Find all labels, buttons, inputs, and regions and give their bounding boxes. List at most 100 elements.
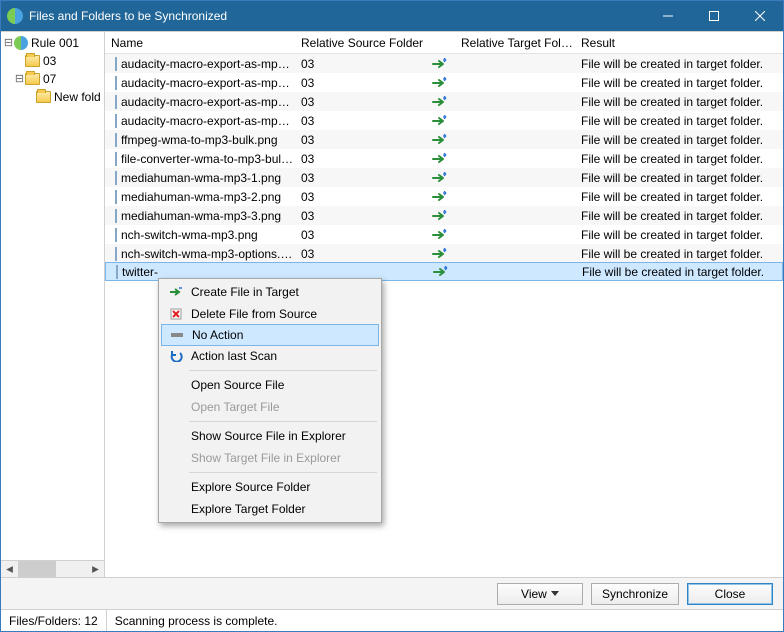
file-name: nch-switch-wma-mp3.png (121, 228, 258, 242)
source-folder: 03 (295, 190, 425, 204)
tree-folder-label: New fold (54, 90, 101, 104)
tree-folder-label: 07 (43, 72, 56, 86)
file-name: audacity-macro-export-as-mp3-0.... (121, 57, 295, 71)
menu-item-icon (166, 331, 188, 339)
image-file-icon (115, 76, 117, 90)
source-folder: 03 (295, 76, 425, 90)
menu-item-label: Explore Source Folder (187, 480, 310, 494)
file-name: mediahuman-wma-mp3-1.png (121, 171, 281, 185)
result-text: File will be created in target folder. (575, 171, 783, 185)
folder-icon (25, 55, 40, 67)
sync-direction (426, 266, 456, 278)
sync-arrow-icon (432, 134, 448, 146)
view-button[interactable]: View (497, 583, 583, 605)
tree-body[interactable]: ⊟ Rule 001 ··03·⊟07···New fold (1, 32, 104, 560)
menu-item: Show Target File in Explorer (161, 447, 379, 469)
table-row[interactable]: nch-switch-wma-mp3.png03File will be cre… (105, 225, 783, 244)
file-name: mediahuman-wma-mp3-3.png (121, 209, 281, 223)
content-area: ⊟ Rule 001 ··03·⊟07···New fold ◂ ▸ Name … (1, 31, 783, 577)
close-button[interactable]: Close (687, 583, 773, 605)
context-menu[interactable]: Create File in Target Delete File from So… (158, 278, 382, 523)
sync-direction (425, 191, 455, 203)
menu-item[interactable]: Create File in Target (161, 281, 379, 303)
menu-separator (189, 370, 377, 371)
result-text: File will be created in target folder. (575, 247, 783, 261)
minimize-icon (663, 11, 673, 21)
menu-item[interactable]: Explore Source Folder (161, 476, 379, 498)
menu-item-label: Explore Target Folder (187, 502, 306, 516)
file-name: audacity-macro-export-as-mp3-1.... (121, 76, 295, 90)
col-source[interactable]: Relative Source Folder (295, 36, 425, 50)
table-row[interactable]: audacity-macro-export-as-mp3-2....03File… (105, 92, 783, 111)
result-text: File will be created in target folder. (575, 209, 783, 223)
result-text: File will be created in target folder. (575, 228, 783, 242)
status-count: Files/Folders: 12 (1, 610, 107, 631)
menu-item[interactable]: Action last Scan (161, 345, 379, 367)
window-controls (645, 1, 783, 31)
tree-folder-node[interactable]: ·⊟07 (1, 70, 104, 88)
menu-item[interactable]: Open Source File (161, 374, 379, 396)
scroll-thumb[interactable] (18, 561, 56, 577)
minimize-button[interactable] (645, 1, 691, 31)
col-name[interactable]: Name (105, 36, 295, 50)
image-file-icon (116, 265, 118, 279)
sync-direction (425, 210, 455, 222)
table-row[interactable]: file-converter-wma-to-mp3-bulk.p...03Fil… (105, 149, 783, 168)
menu-item-icon (165, 350, 187, 362)
scroll-right-button[interactable]: ▸ (87, 561, 104, 577)
file-name: mediahuman-wma-mp3-2.png (121, 190, 281, 204)
result-text: File will be created in target folder. (576, 265, 782, 279)
tree-folder-node[interactable]: ···New fold (1, 88, 104, 106)
tree-rule-node[interactable]: ⊟ Rule 001 (1, 34, 104, 52)
source-folder: 03 (295, 171, 425, 185)
file-name: twitter- (122, 265, 158, 279)
titlebar: Files and Folders to be Synchronized (1, 1, 783, 31)
sync-direction (425, 134, 455, 146)
table-row[interactable]: audacity-macro-export-as-mp3-3....03File… (105, 111, 783, 130)
menu-item[interactable]: Explore Target Folder (161, 498, 379, 520)
col-target[interactable]: Relative Target Folder (455, 36, 575, 50)
menu-item-label: Create File in Target (187, 285, 299, 299)
col-result[interactable]: Result (575, 36, 783, 50)
menu-item-label: Show Target File in Explorer (187, 451, 341, 465)
folder-icon (36, 91, 51, 103)
close-label: Close (715, 587, 746, 601)
scroll-track[interactable] (18, 561, 87, 577)
file-name: nch-switch-wma-mp3-options.png (121, 247, 295, 261)
menu-item[interactable]: No Action (161, 324, 379, 346)
sync-direction (425, 115, 455, 127)
source-folder: 03 (295, 152, 425, 166)
image-file-icon (115, 247, 117, 261)
close-window-button[interactable] (737, 1, 783, 31)
table-row[interactable]: audacity-macro-export-as-mp3-1....03File… (105, 73, 783, 92)
tree-rule-label: Rule 001 (31, 36, 79, 50)
synchronize-button[interactable]: Synchronize (591, 583, 679, 605)
sync-direction (425, 58, 455, 70)
tree-hscrollbar[interactable]: ◂ ▸ (1, 560, 104, 577)
app-window: Files and Folders to be Synchronized ⊟ R… (0, 0, 784, 632)
image-file-icon (115, 171, 117, 185)
maximize-button[interactable] (691, 1, 737, 31)
maximize-icon (709, 11, 719, 21)
image-file-icon (115, 152, 117, 166)
image-file-icon (115, 209, 117, 223)
table-row[interactable]: mediahuman-wma-mp3-3.png 03 File will be c… (105, 206, 783, 225)
tree-folder-node[interactable]: ··03 (1, 52, 104, 70)
scroll-left-button[interactable]: ◂ (1, 561, 18, 577)
image-file-icon (115, 228, 117, 242)
image-file-icon (115, 95, 117, 109)
rule-icon (14, 36, 28, 50)
table-row[interactable]: nch-switch-wma-mp3-options.png03File wil… (105, 244, 783, 263)
list-header[interactable]: Name Relative Source Folder Relative Tar… (105, 32, 783, 54)
table-row[interactable]: audacity-macro-export-as-mp3-0....03File… (105, 54, 783, 73)
result-text: File will be created in target folder. (575, 95, 783, 109)
table-row[interactable]: mediahuman-wma-mp3-1.png 03 File will be c… (105, 168, 783, 187)
result-text: File will be created in target folder. (575, 190, 783, 204)
table-row[interactable]: mediahuman-wma-mp3-2.png 03 File will be c… (105, 187, 783, 206)
table-row[interactable]: ffmpeg-wma-to-mp3-bulk.png03File will be… (105, 130, 783, 149)
menu-item[interactable]: Show Source File in Explorer (161, 425, 379, 447)
caret-down-icon (551, 591, 559, 596)
menu-item[interactable]: Delete File from Source (161, 303, 379, 325)
image-file-icon (115, 114, 117, 128)
source-folder: 03 (295, 209, 425, 223)
